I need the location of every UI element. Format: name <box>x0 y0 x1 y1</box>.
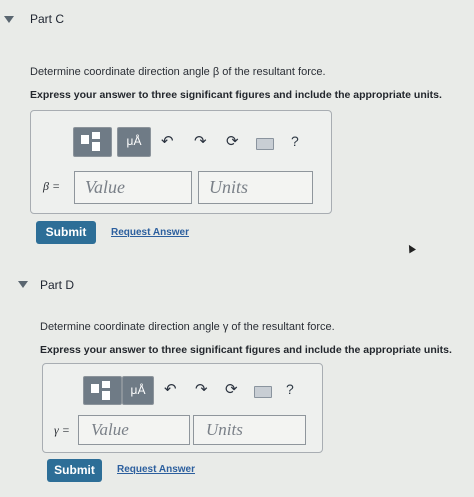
part-c-title: Part C <box>30 12 65 26</box>
part-d-question: Determine coordinate direction angle γ o… <box>40 321 335 333</box>
reset-icon[interactable]: ⟳ <box>226 134 239 149</box>
undo-icon[interactable]: ↶ <box>161 134 174 149</box>
submit-button[interactable]: Submit <box>47 459 102 482</box>
keyboard-icon[interactable] <box>254 386 272 398</box>
units-button-label: μÅ <box>130 383 146 397</box>
mouse-cursor-icon: ▲ <box>401 237 420 258</box>
template-icon[interactable] <box>83 376 122 405</box>
part-c-instruction: Express your answer to three significant… <box>30 89 442 101</box>
gamma-label: γ = <box>54 423 70 437</box>
units-button-label: μÅ <box>126 134 142 148</box>
part-d-instruction: Express your answer to three significant… <box>40 344 452 356</box>
redo-icon[interactable]: ↷ <box>194 134 207 149</box>
part-d-title: Part D <box>40 278 75 292</box>
part-c-question: Determine coordinate direction angle β o… <box>30 66 326 78</box>
reset-icon[interactable]: ⟳ <box>225 382 238 397</box>
request-answer-link[interactable]: Request Answer <box>117 464 195 475</box>
beta-label: β = <box>43 179 61 193</box>
collapse-arrow-icon[interactable] <box>18 281 28 288</box>
value-input[interactable]: Value <box>74 171 192 204</box>
submit-button[interactable]: Submit <box>36 221 96 244</box>
units-input[interactable]: Units <box>198 171 313 204</box>
units-button[interactable]: μÅ <box>117 127 151 157</box>
value-input[interactable]: Value <box>78 415 190 445</box>
keyboard-icon[interactable] <box>256 138 274 150</box>
redo-icon[interactable]: ↷ <box>195 382 208 397</box>
help-icon[interactable]: ? <box>291 133 299 149</box>
units-input[interactable]: Units <box>193 415 306 445</box>
undo-icon[interactable]: ↶ <box>164 382 177 397</box>
help-icon[interactable]: ? <box>286 381 294 397</box>
collapse-arrow-icon[interactable] <box>4 16 14 23</box>
template-icon[interactable] <box>73 127 112 157</box>
request-answer-link[interactable]: Request Answer <box>111 227 189 238</box>
units-button[interactable]: μÅ <box>122 376 154 405</box>
